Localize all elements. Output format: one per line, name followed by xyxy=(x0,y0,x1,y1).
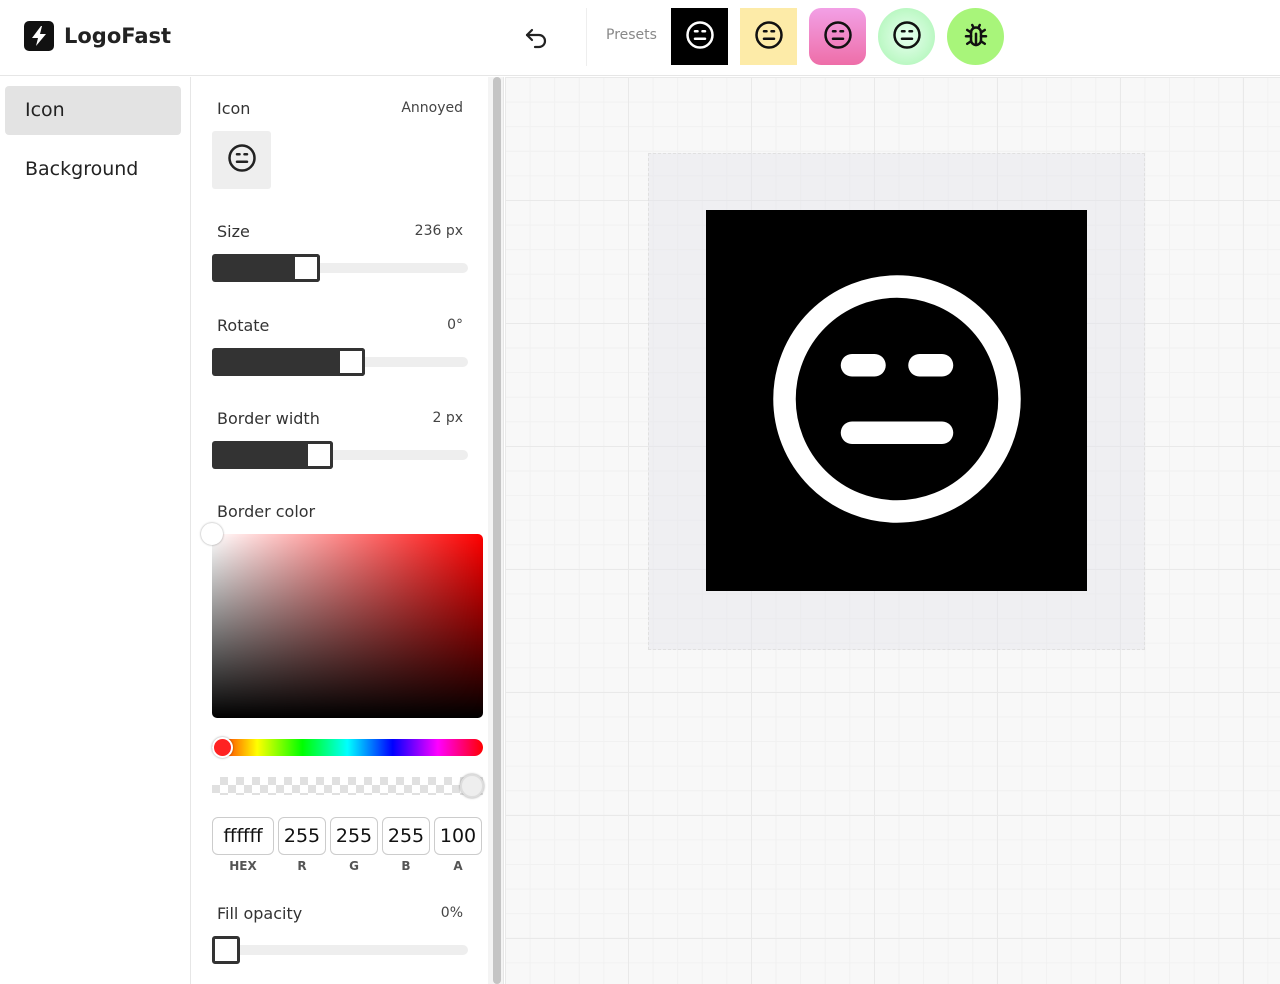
a-input[interactable] xyxy=(434,817,482,855)
icon-picker-button[interactable] xyxy=(212,131,271,189)
icon-label: Icon xyxy=(217,99,251,118)
preset-4[interactable] xyxy=(878,8,935,65)
slider-handle[interactable] xyxy=(305,441,334,469)
divider xyxy=(586,8,587,66)
scrollbar-thumb[interactable] xyxy=(493,77,501,984)
rotate-slider[interactable] xyxy=(212,348,468,376)
b-label: B xyxy=(401,859,411,873)
slider-handle[interactable] xyxy=(291,254,320,282)
fill-opacity-value: 0% xyxy=(440,905,463,921)
border-color-label: Border color xyxy=(217,502,316,521)
preset-2[interactable] xyxy=(740,8,797,65)
r-label: R xyxy=(297,859,307,873)
undo-icon[interactable] xyxy=(522,22,552,52)
annoyed-face-icon xyxy=(892,20,922,54)
hue-slider[interactable] xyxy=(212,739,483,756)
logo-preview xyxy=(706,210,1087,591)
sidebar-item-icon[interactable]: Icon xyxy=(5,86,181,135)
fill-opacity-slider[interactable] xyxy=(212,936,468,964)
b-input[interactable] xyxy=(382,817,430,855)
annoyed-face-icon xyxy=(754,20,784,54)
size-value: 236 px xyxy=(414,223,463,239)
hex-input[interactable] xyxy=(212,817,274,855)
hue-handle[interactable] xyxy=(212,737,233,758)
a-label: A xyxy=(453,859,463,873)
annoyed-face-icon xyxy=(685,20,715,54)
presets-label: Presets xyxy=(606,27,657,43)
color-inputs: HEX R G B A xyxy=(212,817,482,873)
app-name: LogoFast xyxy=(64,24,172,48)
lightning-icon xyxy=(24,21,54,51)
fill-opacity-label: Fill opacity xyxy=(217,904,303,923)
slider-handle[interactable] xyxy=(337,348,366,376)
sidebar: Icon Background xyxy=(0,77,191,984)
annoyed-face-icon xyxy=(762,264,1032,538)
bug-icon xyxy=(961,20,991,54)
icon-value: Annoyed xyxy=(401,100,463,116)
annoyed-face-icon xyxy=(823,20,853,54)
g-label: G xyxy=(349,859,359,873)
hex-label: HEX xyxy=(229,859,257,873)
alpha-handle[interactable] xyxy=(460,774,484,798)
rotate-label: Rotate xyxy=(217,316,270,335)
border-width-value: 2 px xyxy=(432,410,463,426)
border-width-slider[interactable] xyxy=(212,441,468,469)
size-slider[interactable] xyxy=(212,254,468,282)
preset-1[interactable] xyxy=(671,8,728,65)
top-bar: LogoFast Presets xyxy=(0,0,1280,76)
g-input[interactable] xyxy=(330,817,378,855)
color-picker-handle[interactable] xyxy=(201,523,223,545)
panel-scrollbar[interactable] xyxy=(488,77,504,984)
annoyed-face-icon xyxy=(227,143,257,177)
size-label: Size xyxy=(217,222,250,241)
border-width-label: Border width xyxy=(217,409,320,428)
canvas xyxy=(505,77,1280,984)
preset-3[interactable] xyxy=(809,8,866,65)
rotate-value: 0° xyxy=(447,317,463,333)
alpha-slider[interactable] xyxy=(212,777,483,795)
preset-5[interactable] xyxy=(947,8,1004,65)
r-input[interactable] xyxy=(278,817,326,855)
app-logo[interactable]: LogoFast xyxy=(24,21,171,51)
sidebar-item-background[interactable]: Background xyxy=(5,145,181,194)
icon-settings-panel: Icon Annoyed Size 236 px Rotate 0° Borde… xyxy=(192,77,488,984)
saturation-value-picker[interactable] xyxy=(212,534,483,718)
slider-handle[interactable] xyxy=(212,936,240,964)
